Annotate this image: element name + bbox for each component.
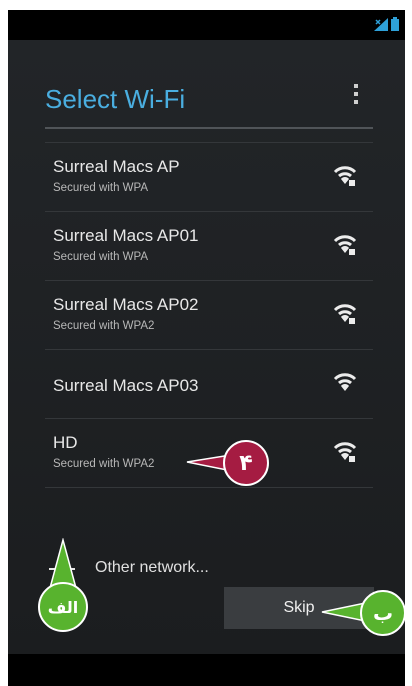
add-network-label: Other network... xyxy=(95,559,209,576)
status-bar xyxy=(8,10,405,40)
title-divider xyxy=(45,127,373,129)
navigation-bar xyxy=(8,654,405,686)
network-security: Secured with WPA xyxy=(53,251,149,263)
network-security: Secured with WPA xyxy=(53,182,149,194)
network-name: Surreal Macs AP01 xyxy=(53,226,199,245)
page-title: Select Wi-Fi xyxy=(45,84,186,114)
wifi-secured-icon xyxy=(333,304,357,324)
list-divider xyxy=(45,487,373,488)
network-security: Secured with WPA2 xyxy=(53,320,155,332)
network-name: Surreal Macs AP xyxy=(53,157,180,176)
network-security: Secured with WPA2 xyxy=(53,458,155,470)
network-item[interactable]: Surreal Macs AP02 Secured with WPA2 xyxy=(45,280,373,349)
network-item[interactable]: Surreal Macs AP Secured with WPA xyxy=(45,142,373,211)
battery-icon xyxy=(391,17,399,31)
annotation-badge-be: ب xyxy=(360,590,406,636)
network-item[interactable]: Surreal Macs AP03 xyxy=(45,349,373,418)
network-item[interactable]: Surreal Macs AP01 Secured with WPA xyxy=(45,211,373,280)
wifi-secured-icon xyxy=(333,235,357,255)
signal-icon xyxy=(374,18,388,31)
network-name: Surreal Macs AP03 xyxy=(53,376,199,395)
annotation-badge-alef: الف xyxy=(38,582,88,632)
overflow-menu-icon[interactable] xyxy=(349,84,363,106)
network-list: Surreal Macs AP Secured with WPA Surreal… xyxy=(45,142,373,488)
network-name: Surreal Macs AP02 xyxy=(53,295,199,314)
annotation-badge-four: ۴ xyxy=(223,440,269,486)
wifi-open-icon xyxy=(333,373,357,391)
wifi-secured-icon xyxy=(333,442,357,462)
wifi-secured-icon xyxy=(333,166,357,186)
network-name: HD xyxy=(53,433,78,452)
